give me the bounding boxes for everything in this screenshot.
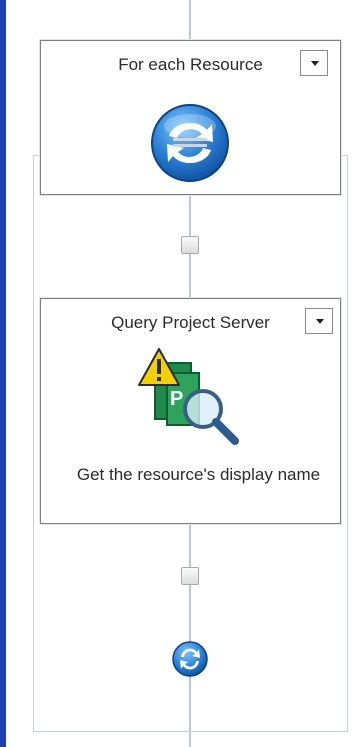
loop-arrows-icon: [151, 104, 229, 182]
activity-title: Query Project Server: [111, 313, 270, 332]
activity-for-each-resource[interactable]: For each Resource: [40, 40, 341, 195]
insert-point-connector[interactable]: [181, 236, 199, 254]
project-query-warning-icon: P: [138, 348, 239, 445]
activity-query-project-server[interactable]: Query Project Server P Get the resource'…: [40, 298, 341, 524]
loop-end-icon: [172, 641, 208, 677]
insert-point-connector[interactable]: [181, 567, 199, 585]
activity-description: Get the resource's display name: [76, 465, 321, 484]
activity-menu-button[interactable]: [300, 50, 328, 76]
connector-line-top: [189, 0, 191, 40]
workflow-canvas: For each Resource Query Project Server P…: [0, 0, 359, 747]
window-edge: [0, 0, 6, 747]
activity-title: For each Resource: [118, 55, 263, 74]
svg-text:P: P: [170, 388, 183, 410]
activity-menu-button[interactable]: [305, 308, 333, 334]
